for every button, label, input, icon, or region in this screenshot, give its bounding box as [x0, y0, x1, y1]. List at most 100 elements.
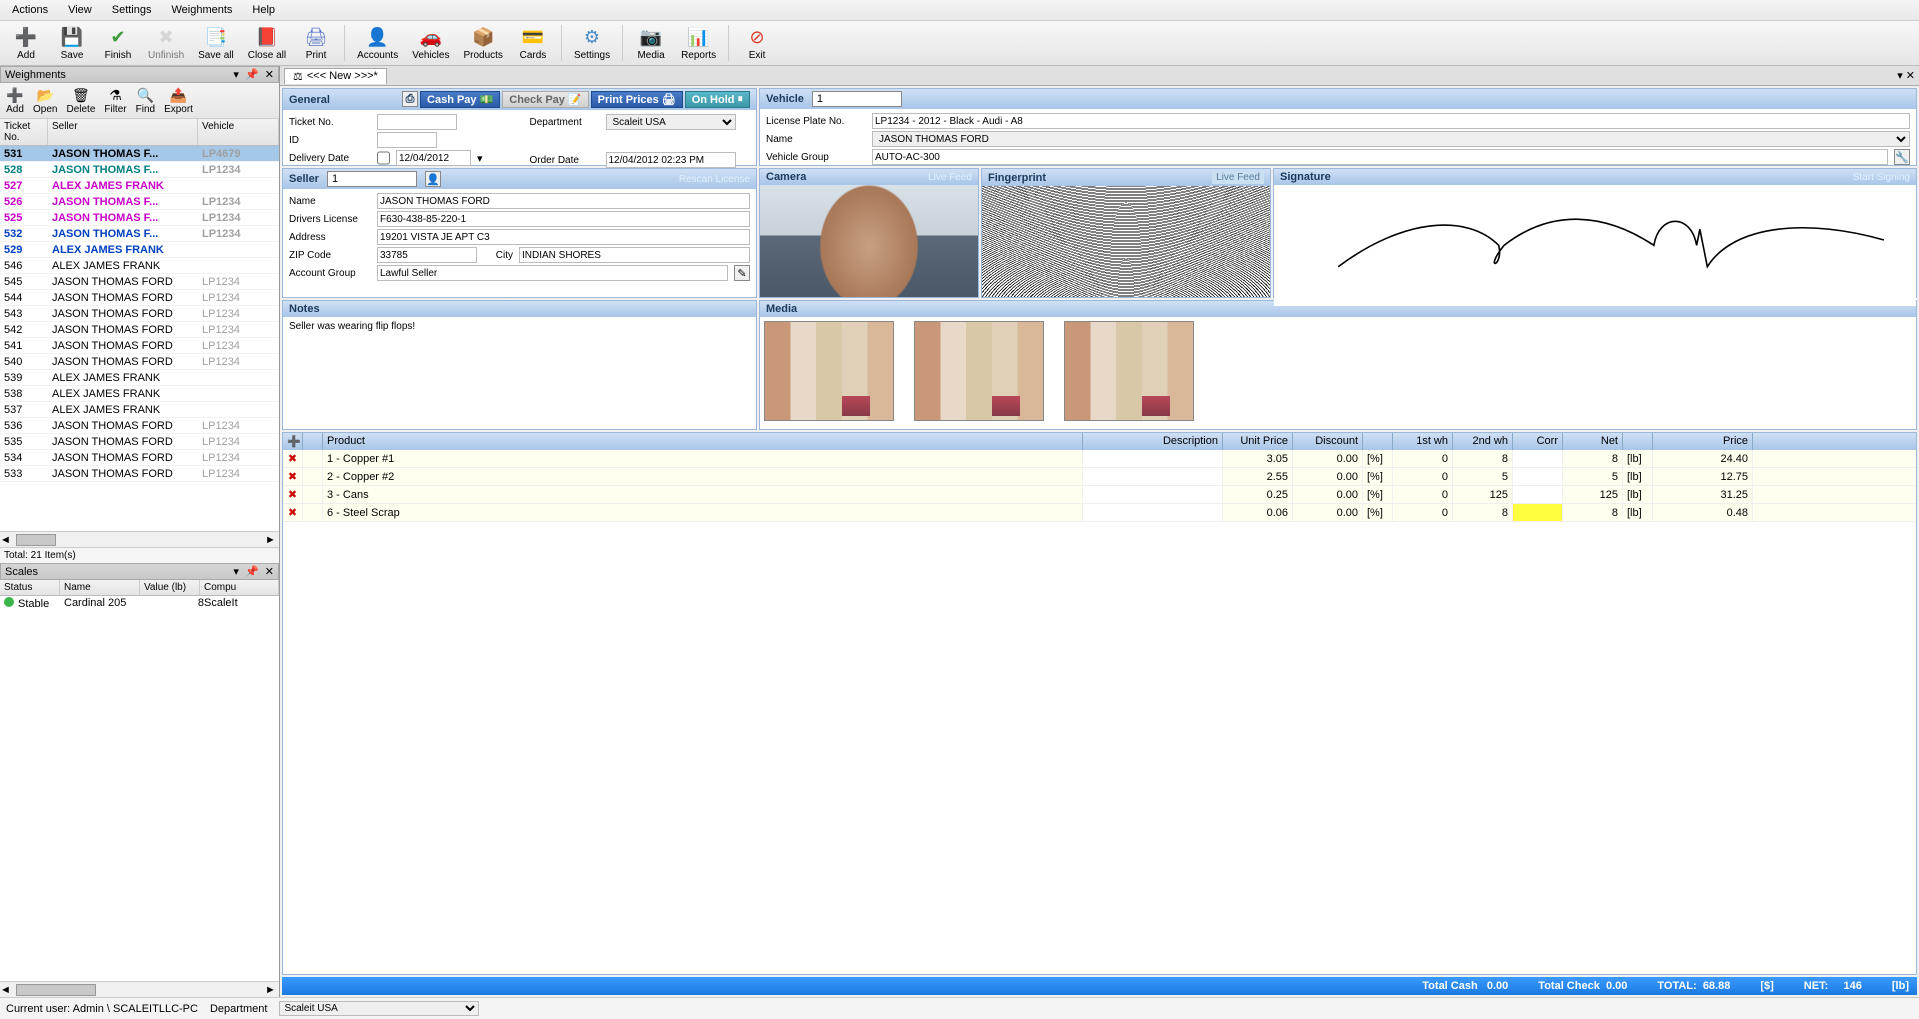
reports-button[interactable]: 📊Reports — [675, 23, 722, 63]
cash-pay-button[interactable]: Cash Pay 💵 — [420, 91, 500, 108]
media-thumbnail[interactable] — [1064, 321, 1194, 421]
menu-settings[interactable]: Settings — [104, 2, 160, 18]
fingerprint-image[interactable] — [982, 186, 1270, 297]
fingerprint-live-feed-button[interactable]: Live Feed — [1212, 171, 1264, 184]
exit-button[interactable]: ⊘Exit — [735, 23, 779, 63]
filter-button[interactable]: ⚗Filter — [100, 85, 130, 116]
product-col[interactable]: Unit Price — [1223, 433, 1293, 450]
vehicles-button[interactable]: 🚗Vehicles — [406, 23, 455, 63]
ticket-row[interactable]: 540JASON THOMAS FORDLP1234 — [0, 354, 279, 370]
id-input[interactable] — [377, 132, 437, 148]
ticket-row[interactable]: 529ALEX JAMES FRANK — [0, 242, 279, 258]
col-compu[interactable]: Compu — [200, 580, 279, 595]
product-row[interactable]: ✖6 - Steel Scrap0.060.00[%]088[lb]0.48 — [283, 504, 1916, 522]
ticket-row[interactable]: 542JASON THOMAS FORDLP1234 — [0, 322, 279, 338]
product-col[interactable]: Product — [323, 433, 1083, 450]
media-thumbnail[interactable] — [764, 321, 894, 421]
open-button[interactable]: 📂Open — [29, 85, 61, 116]
ticket-row[interactable]: 538ALEX JAMES FRANK — [0, 386, 279, 402]
account-group-input[interactable] — [377, 265, 728, 281]
delete-row-icon[interactable]: ✖ — [288, 470, 297, 483]
order-date-input[interactable] — [606, 152, 736, 168]
col-status[interactable]: Status — [0, 580, 60, 595]
pin-icon[interactable]: ▾ — [233, 566, 239, 578]
ticket-row[interactable]: 535JASON THOMAS FORDLP1234 — [0, 434, 279, 450]
tab-menu-icon[interactable]: ▾ — [1897, 70, 1903, 82]
ticket-row[interactable]: 533JASON THOMAS FORDLP1234 — [0, 466, 279, 482]
find-button[interactable]: 🔍Find — [132, 85, 159, 116]
add-button[interactable]: ➕Add — [4, 23, 48, 63]
menu-view[interactable]: View — [60, 2, 100, 18]
city-input[interactable] — [519, 247, 750, 263]
products-button[interactable]: 📦Products — [457, 23, 508, 63]
on-hold-button[interactable]: On Hold ⏸ — [685, 91, 750, 108]
notes-text[interactable]: Seller was wearing flip flops! — [283, 317, 756, 429]
ticket-row[interactable]: 525JASON THOMAS F...LP1234 — [0, 210, 279, 226]
product-row[interactable]: ✖2 - Copper #22.550.00[%]055[lb]12.75 — [283, 468, 1916, 486]
cards-button[interactable]: 💳Cards — [511, 23, 555, 63]
export-button[interactable]: 📤Export — [160, 85, 197, 116]
product-col[interactable]: ➕ — [283, 433, 303, 450]
ticket-row[interactable]: 546ALEX JAMES FRANK — [0, 258, 279, 274]
ticket-row[interactable]: 527ALEX JAMES FRANK — [0, 178, 279, 194]
camera-live-feed-button[interactable]: Live Feed — [928, 172, 972, 183]
product-col[interactable]: Price — [1653, 433, 1753, 450]
product-col[interactable]: Discount — [1293, 433, 1363, 450]
product-col[interactable] — [303, 433, 323, 450]
ticket-row[interactable]: 528JASON THOMAS F...LP1234 — [0, 162, 279, 178]
col-vehicle[interactable]: Vehicle — [198, 119, 279, 145]
camera-image[interactable] — [760, 185, 978, 297]
vehicle-group-input[interactable] — [872, 149, 1888, 165]
product-col[interactable]: Corr — [1513, 433, 1563, 450]
media-button[interactable]: 📷Media — [629, 23, 673, 63]
tab-close-icon[interactable]: ✕ — [1906, 70, 1915, 82]
general-action-icon[interactable]: ⎙ — [402, 91, 418, 107]
ticket-no-input[interactable] — [377, 114, 457, 130]
dl-input[interactable] — [377, 211, 750, 227]
menu-actions[interactable]: Actions — [4, 2, 56, 18]
menu-help[interactable]: Help — [244, 2, 283, 18]
pushpin-icon[interactable]: 📌 — [245, 69, 259, 81]
ticket-hscroll[interactable]: ◄► — [0, 531, 279, 547]
seller-id-input[interactable] — [327, 171, 417, 187]
ticket-row[interactable]: 534JASON THOMAS FORDLP1234 — [0, 450, 279, 466]
menu-weighments[interactable]: Weighments — [163, 2, 240, 18]
ticket-row[interactable]: 526JASON THOMAS F...LP1234 — [0, 194, 279, 210]
col-ticket-no[interactable]: Ticket No. — [0, 119, 48, 145]
vehicle-action-icon[interactable]: 🔧 — [1894, 149, 1910, 165]
start-signing-button[interactable]: Start Signing — [1853, 172, 1910, 183]
ticket-row[interactable]: 541JASON THOMAS FORDLP1234 — [0, 338, 279, 354]
product-col[interactable]: Description — [1083, 433, 1223, 450]
rescan-license-button[interactable]: Rescan License — [679, 174, 750, 185]
save-button[interactable]: 💾Save — [50, 23, 94, 63]
product-col[interactable] — [1363, 433, 1393, 450]
ticket-row[interactable]: 531JASON THOMAS F...LP4679 — [0, 146, 279, 162]
delete-row-icon[interactable]: ✖ — [288, 488, 297, 501]
vehicle-id-input[interactable] — [812, 91, 902, 107]
settings-button[interactable]: ⚙Settings — [568, 23, 616, 63]
ticket-row[interactable]: 537ALEX JAMES FRANK — [0, 402, 279, 418]
ticket-row[interactable]: 539ALEX JAMES FRANK — [0, 370, 279, 386]
print-prices-button[interactable]: Print Prices 🖨 — [591, 91, 683, 108]
accounts-button[interactable]: 👤Accounts — [351, 23, 404, 63]
add-product-icon[interactable]: ➕ — [287, 436, 301, 448]
product-col[interactable]: 1st wh — [1393, 433, 1453, 450]
status-dept-select[interactable]: Scaleit USA — [279, 1001, 479, 1016]
product-col[interactable]: 2nd wh — [1453, 433, 1513, 450]
col-name[interactable]: Name — [60, 580, 140, 595]
ticket-row[interactable]: 532JASON THOMAS F...LP1234 — [0, 226, 279, 242]
product-col[interactable] — [1623, 433, 1653, 450]
scale-row[interactable]: Stable Cardinal 205 8 ScaleIt — [0, 596, 279, 611]
save-all-button[interactable]: 📑Save all — [192, 23, 240, 63]
ticket-row[interactable]: 543JASON THOMAS FORDLP1234 — [0, 306, 279, 322]
product-col[interactable]: Net — [1563, 433, 1623, 450]
product-row[interactable]: ✖3 - Cans0.250.00[%]0125125[lb]31.25 — [283, 486, 1916, 504]
ticket-row[interactable]: 545JASON THOMAS FORDLP1234 — [0, 274, 279, 290]
delivery-date-check[interactable] — [377, 150, 390, 166]
delete-row-icon[interactable]: ✖ — [288, 506, 297, 519]
dropdown-icon[interactable]: ▾ — [477, 152, 483, 165]
finish-button[interactable]: ✔Finish — [96, 23, 140, 63]
unfinish-button[interactable]: ✖Unfinish — [142, 23, 190, 63]
account-group-icon[interactable]: ✎ — [734, 265, 750, 281]
ticket-list[interactable]: 531JASON THOMAS F...LP4679528JASON THOMA… — [0, 146, 279, 531]
